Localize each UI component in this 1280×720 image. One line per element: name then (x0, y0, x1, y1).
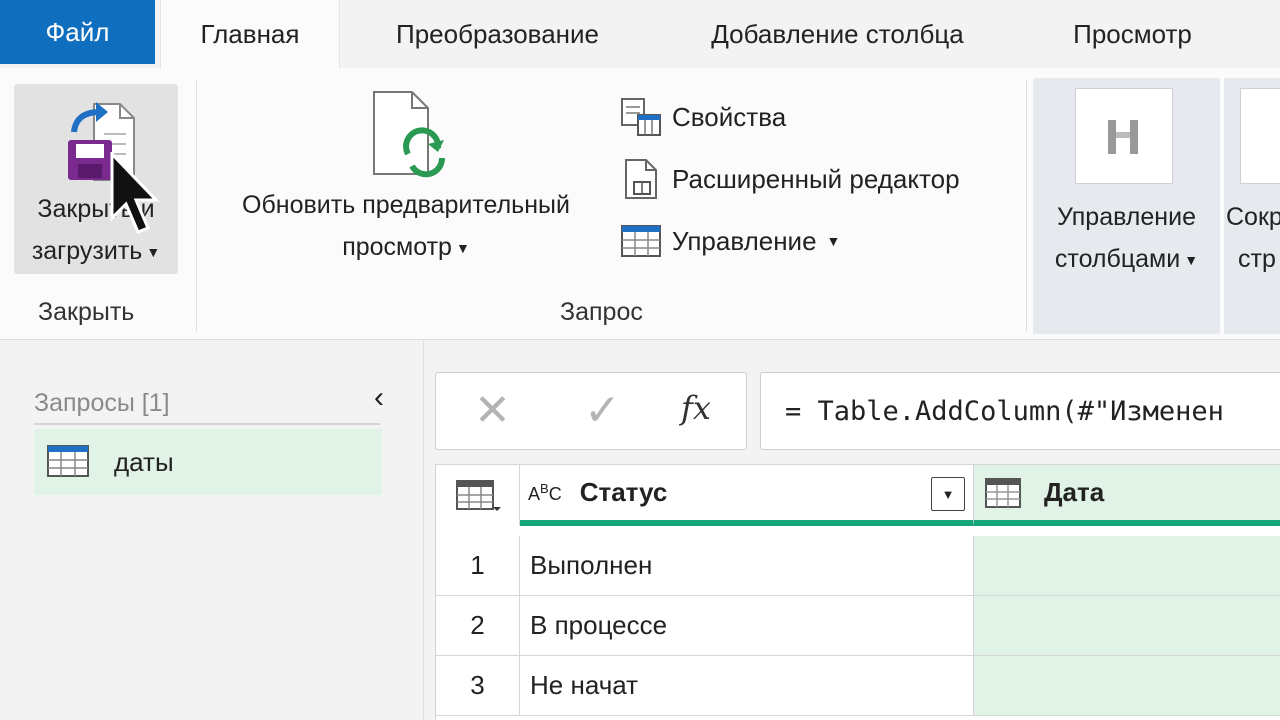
query-item-label: даты (114, 446, 174, 477)
chevron-down-icon: ▼ (1184, 252, 1199, 269)
column-header-status[interactable]: ABC Статус ▼ (520, 464, 974, 526)
close-and-load-label-line2: загрузить ▼ (31, 237, 161, 265)
table-menu-icon (455, 479, 501, 511)
tab-transform[interactable]: Преобразование (360, 0, 635, 68)
cancel-icon[interactable]: ✕ (474, 385, 511, 436)
fx-icon[interactable]: fx (681, 389, 711, 427)
properties-icon (621, 98, 661, 136)
ribbon-tab-bar: Файл Главная Преобразование Добавление с… (0, 0, 1280, 68)
column-header-label: Статус (579, 477, 668, 507)
reduce-rows-button[interactable]: Сокр стр (1224, 78, 1280, 334)
row-number: 3 (436, 656, 520, 716)
manage-button[interactable]: Управление ▼ (620, 218, 840, 264)
advanced-editor-icon (625, 159, 657, 199)
advanced-editor-label: Расширенный редактор (672, 163, 960, 194)
column-header-label: Дата (1044, 477, 1105, 507)
manage-label: Управление (672, 225, 817, 256)
table-row[interactable]: 3 Не начат 0 (436, 656, 1280, 716)
data-grid: ABC Статус ▼ Дата 1 Выполнен 1 (435, 464, 1280, 720)
mouse-cursor-icon (110, 152, 160, 234)
close-group-label: Закрыть (38, 298, 135, 326)
tab-view[interactable]: Просмотр (1040, 0, 1225, 68)
manage-columns-label-line2: столбцами ▼ (1054, 245, 1199, 273)
chevron-down-icon: ▼ (455, 240, 470, 257)
confirm-icon[interactable]: ✓ (584, 385, 621, 436)
query-group-label: Запрос (560, 298, 643, 326)
reduce-rows-label-line1: Сокр (1226, 203, 1280, 231)
manage-columns-button[interactable]: Управление столбцами ▼ (1033, 78, 1220, 334)
advanced-editor-button[interactable]: Расширенный редактор (620, 156, 960, 202)
text-type-icon: ABC (528, 480, 562, 504)
tab-file[interactable]: Файл (0, 0, 155, 64)
reduce-rows-icon (1240, 88, 1280, 184)
properties-label: Свойства (672, 101, 787, 132)
refresh-preview-label-line2: просмотр ▼ (342, 233, 470, 261)
query-item[interactable]: даты (34, 429, 382, 495)
chevron-left-icon[interactable]: ‹ (374, 381, 384, 415)
formula-buttons: ✕ ✓ fx (435, 372, 747, 450)
filter-dropdown-button[interactable]: ▼ (931, 477, 965, 511)
queries-pane-title: Запросы [1] (34, 389, 170, 417)
table-menu-button[interactable] (436, 464, 520, 526)
manage-columns-icon (1075, 88, 1173, 184)
tab-add-column[interactable]: Добавление столбца (680, 0, 995, 68)
status-cell[interactable]: Не начат (520, 656, 974, 716)
ribbon: Закрыть и загрузить ▼ Закрыть Обновить пр… (0, 68, 1280, 340)
formula-input[interactable]: = Table.AddColumn(#"Изменен (760, 372, 1280, 450)
refresh-preview-icon (364, 88, 448, 184)
row-number: 2 (436, 596, 520, 656)
date-cell[interactable]: 0 (974, 656, 1280, 716)
tab-home[interactable]: Главная (160, 0, 340, 68)
reduce-rows-label-line2: стр (1238, 245, 1276, 273)
date-cell[interactable]: 1 (974, 536, 1280, 596)
status-cell[interactable]: В процессе (520, 596, 974, 656)
table-icon (47, 445, 89, 477)
queries-pane: Запросы [1] ‹ даты (0, 341, 424, 720)
table-icon (621, 225, 661, 257)
group-separator (196, 80, 197, 332)
properties-button[interactable]: Свойства (620, 94, 786, 140)
status-cell[interactable]: Выполнен (520, 536, 974, 596)
table-row[interactable]: 2 В процессе 0 (436, 596, 1280, 656)
table-row[interactable]: 1 Выполнен 1 (436, 536, 1280, 596)
refresh-preview-button[interactable]: Обновить предварительный просмотр ▼ (206, 88, 606, 269)
date-cell[interactable]: 0 (974, 596, 1280, 656)
column-header-date[interactable]: Дата (974, 464, 1280, 526)
row-number: 1 (436, 536, 520, 596)
date-type-icon (985, 477, 1021, 508)
refresh-preview-label-line1: Обновить предварительный (242, 191, 570, 219)
group-separator (1026, 80, 1027, 332)
chevron-down-icon: ▼ (826, 233, 841, 249)
manage-columns-label-line1: Управление (1057, 203, 1196, 231)
main-area: ✕ ✓ fx = Table.AddColumn(#"Изменен ABC С… (425, 341, 1280, 720)
chevron-down-icon: ▼ (146, 244, 161, 261)
divider (34, 423, 380, 425)
